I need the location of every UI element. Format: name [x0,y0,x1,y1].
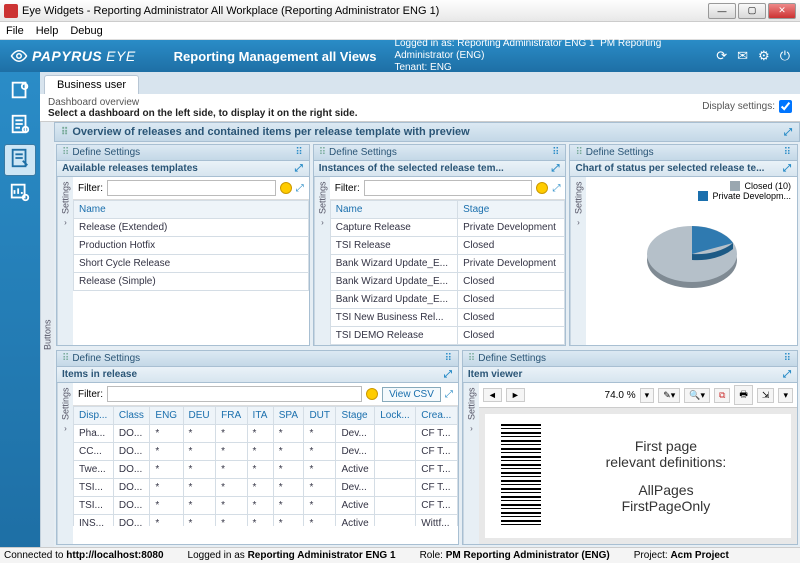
app-logo: PAPYRUSEYE [10,47,136,65]
settings-side-tab[interactable]: ›Settings [57,383,73,544]
zoom-dropdown[interactable]: ▾ [640,388,655,403]
expand-icon[interactable]: ⤢ [784,127,793,138]
window-close-button[interactable]: ✕ [768,3,796,19]
dashboard-overview-label: Dashboard overview [48,97,792,108]
table-row[interactable]: TSI New Business Rel...Closed [330,309,565,327]
expand-icon[interactable]: ⤢ [445,389,453,400]
table-row[interactable]: Twe...DO...******ActiveCF T... [74,461,458,479]
window-title-bar: Eye Widgets - Reporting Administrator Al… [0,0,800,22]
expand-icon[interactable]: ⠿ [445,353,453,364]
rail-item-1[interactable] [4,76,36,108]
table-row[interactable]: CC...DO...******Dev...CF T... [74,443,458,461]
expand-icon[interactable]: ⤢ [783,369,792,380]
expand-icon[interactable]: ⤢ [552,183,560,194]
table-row[interactable]: TSI...DO...******Dev...CF T... [74,479,458,497]
table-row[interactable]: Bank Wizard Update_E...Closed [330,291,565,309]
expand-icon[interactable]: ⤢ [296,183,304,194]
power-icon[interactable]: ⏻ [780,48,790,64]
expand-icon[interactable]: ⤢ [295,163,304,174]
login-info: Logged in as: Reporting Administrator EN… [394,38,686,74]
settings-side-tab[interactable]: ›Settings [314,177,330,345]
settings-side-tab[interactable]: ›Settings [57,177,73,345]
info-bar: Dashboard overview Select a dashboard on… [40,94,800,122]
pdf-icon[interactable]: ⧉ [714,388,730,403]
expand-icon[interactable]: ⠿ [784,147,792,158]
panel-items-in-release: ⠿Define Settings⠿ Items in release⤢ ›Set… [56,350,459,545]
display-settings-checkbox[interactable] [779,100,792,113]
expand-icon[interactable]: ⠿ [784,353,792,364]
tool-icon[interactable]: 🔍▾ [684,388,710,403]
tool-icon[interactable]: ✎▾ [658,388,680,403]
filter-indicator-icon [280,182,292,194]
gear-icon[interactable]: ⚙ [758,48,770,64]
zoom-value: 74.0 % [605,390,636,401]
view-csv-button[interactable]: View CSV [382,387,441,402]
display-settings-label: Display settings: [702,101,775,112]
table-row[interactable]: Release (Simple) [74,273,309,291]
legend-item: Private Developm... [592,191,791,201]
page-title: Reporting Management all Views [174,49,377,64]
panel-available-releases: ⠿Define Settings⠿ Available releases tem… [56,144,310,346]
tab-business-user[interactable]: Business user [44,75,139,94]
buttons-side-tab[interactable]: Buttons [40,122,54,547]
chat-icon[interactable]: ✉ [737,48,748,64]
filter-input[interactable] [364,180,533,196]
menu-debug[interactable]: Debug [70,25,102,37]
filter-indicator-icon [366,388,378,400]
menu-file[interactable]: File [6,25,24,37]
table-row[interactable]: Capture ReleasePrivate Development [330,219,565,237]
table-row[interactable]: INS...DO...******ActiveWittf... [74,515,458,527]
grip-icon[interactable]: ⠿ [61,127,68,138]
expand-icon[interactable]: ⠿ [552,147,560,158]
window-title: Eye Widgets - Reporting Administrator Al… [22,5,439,17]
status-bar: Connected to http://localhost:8080 Logge… [0,547,800,563]
export-icon[interactable]: ⇲ [757,388,775,403]
dashboard-instruction: Select a dashboard on the left side, to … [48,108,792,119]
app-header: PAPYRUSEYE Reporting Management all View… [0,40,800,72]
expand-icon[interactable]: ⤢ [551,163,560,174]
expand-icon[interactable]: ⤢ [444,369,453,380]
panel-instances: ⠿Define Settings⠿ Instances of the selec… [313,144,567,346]
table-row[interactable]: Production Hotfix [74,237,309,255]
rail-item-2[interactable] [4,110,36,142]
table-row[interactable]: TSI ReleaseClosed [330,237,565,255]
prev-page-button[interactable]: ◄ [483,388,502,402]
filter-input[interactable] [107,180,276,196]
legend-item: Closed (10) [592,181,791,191]
more-icon[interactable]: ▾ [778,388,793,403]
left-rail [0,72,40,547]
tab-strip: Business user [40,72,800,94]
panel-chart: ⠿Define Settings⠿ Chart of status per se… [569,144,798,346]
document-preview: First page relevant definitions: AllPage… [485,414,791,538]
pie-chart [637,210,747,300]
table-row[interactable]: Pha...DO...******Dev...CF T... [74,425,458,443]
filter-input[interactable] [107,386,362,402]
app-icon [4,4,18,18]
panel-item-viewer: ⠿Define Settings⠿ Item viewer⤢ ›Settings… [462,350,798,545]
expand-icon[interactable]: ⤢ [783,163,792,174]
rail-item-3-active[interactable] [4,144,36,176]
window-maximize-button[interactable]: ▢ [738,3,766,19]
menu-help[interactable]: Help [36,25,59,37]
table-row[interactable]: TSI DEMO ReleaseClosed [330,327,565,345]
settings-side-tab[interactable]: ›Settings [570,177,586,345]
viewer-toolbar: ◄ ► 74.0 % ▾ ✎▾ 🔍▾ ⧉ 🖶 ⇲ [479,383,797,408]
table-row[interactable]: Release (Extended) [74,219,309,237]
window-minimize-button[interactable]: — [708,3,736,19]
next-page-button[interactable]: ► [506,388,525,402]
filter-indicator-icon [536,182,548,194]
overview-header: ⠿ Overview of releases and contained ite… [54,122,800,142]
eye-icon [10,47,28,65]
refresh-icon[interactable]: ⟳ [716,48,727,64]
expand-icon[interactable]: ⠿ [295,147,303,158]
table-row[interactable]: Short Cycle Release [74,255,309,273]
settings-side-tab[interactable]: ›Settings [463,383,479,544]
table-row[interactable]: Bank Wizard Update_E...Private Developme… [330,255,565,273]
print-icon[interactable]: 🖶 [734,385,753,405]
barcode-icon [501,424,541,528]
table-row[interactable]: Bank Wizard Update_E...Closed [330,273,565,291]
rail-item-4[interactable] [4,178,36,210]
table-row[interactable]: TSI...DO...******ActiveCF T... [74,497,458,515]
